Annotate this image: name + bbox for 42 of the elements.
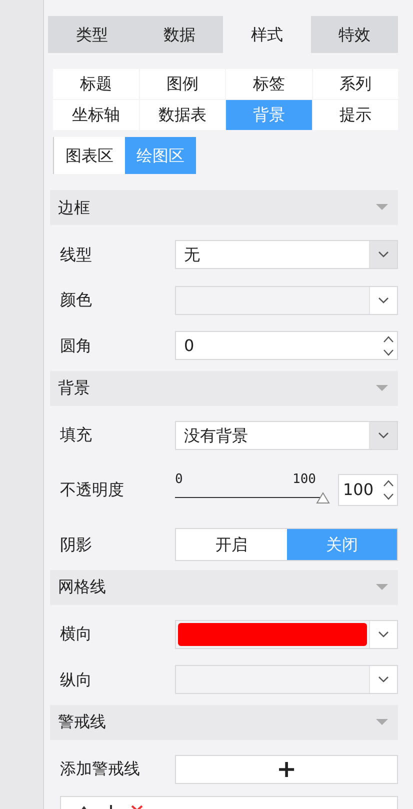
section-title: 背景 <box>58 377 90 399</box>
slider-min-label: 0 <box>175 472 183 487</box>
section-title: 警戒线 <box>58 711 106 733</box>
section-header[interactable]: 网格线 <box>50 570 398 604</box>
select-field[interactable]: 没有背景 <box>175 420 398 450</box>
area-tab[interactable]: 图表区 <box>54 137 125 174</box>
style-tab[interactable]: 图例 <box>140 69 225 99</box>
style-tab[interactable]: 标签 <box>226 69 312 99</box>
style-tab[interactable]: 提示 <box>312 100 398 130</box>
field-label: 添加警戒线 <box>60 758 141 780</box>
add-button[interactable]: + <box>175 754 398 784</box>
main-tab[interactable]: 数据 <box>136 16 223 53</box>
section-header[interactable]: 警戒线 <box>50 704 398 740</box>
spin-arrows-icon[interactable] <box>382 334 394 357</box>
color-picker[interactable] <box>175 286 398 315</box>
field-label: 纵向 <box>60 668 93 691</box>
section-header[interactable]: 背景 <box>50 370 398 406</box>
field-label: 填充 <box>60 424 93 446</box>
style-tab[interactable]: 标题 <box>53 69 138 99</box>
field-label: 圆角 <box>60 334 93 357</box>
field-label: 不透明度 <box>60 479 125 501</box>
slider-thumb[interactable] <box>316 492 330 504</box>
field-label: 阴影 <box>60 534 93 556</box>
style-tab[interactable]: 系列 <box>312 69 398 99</box>
section-header[interactable]: 边框 <box>50 190 398 225</box>
field-label: 线型 <box>60 244 93 266</box>
style-tab[interactable]: 坐标轴 <box>53 100 138 130</box>
field-label: 颜色 <box>60 289 93 312</box>
style-tab[interactable]: 数据表 <box>140 100 225 130</box>
section-title: 网格线 <box>58 576 106 598</box>
color-picker[interactable] <box>175 665 398 694</box>
select-field[interactable]: 无 <box>175 240 398 270</box>
number-field[interactable]: 100 <box>338 474 398 506</box>
slider-track[interactable] <box>175 491 330 504</box>
field-label: 横向 <box>60 623 93 646</box>
spin-arrows-icon[interactable] <box>382 479 394 501</box>
section-title: 边框 <box>58 196 90 218</box>
main-tab[interactable]: 特效 <box>310 16 398 53</box>
slider-max-label: 100 <box>292 472 316 487</box>
number-field[interactable]: 0 <box>175 331 398 360</box>
color-picker[interactable] <box>175 620 398 649</box>
main-tab[interactable]: 类型 <box>48 16 136 53</box>
